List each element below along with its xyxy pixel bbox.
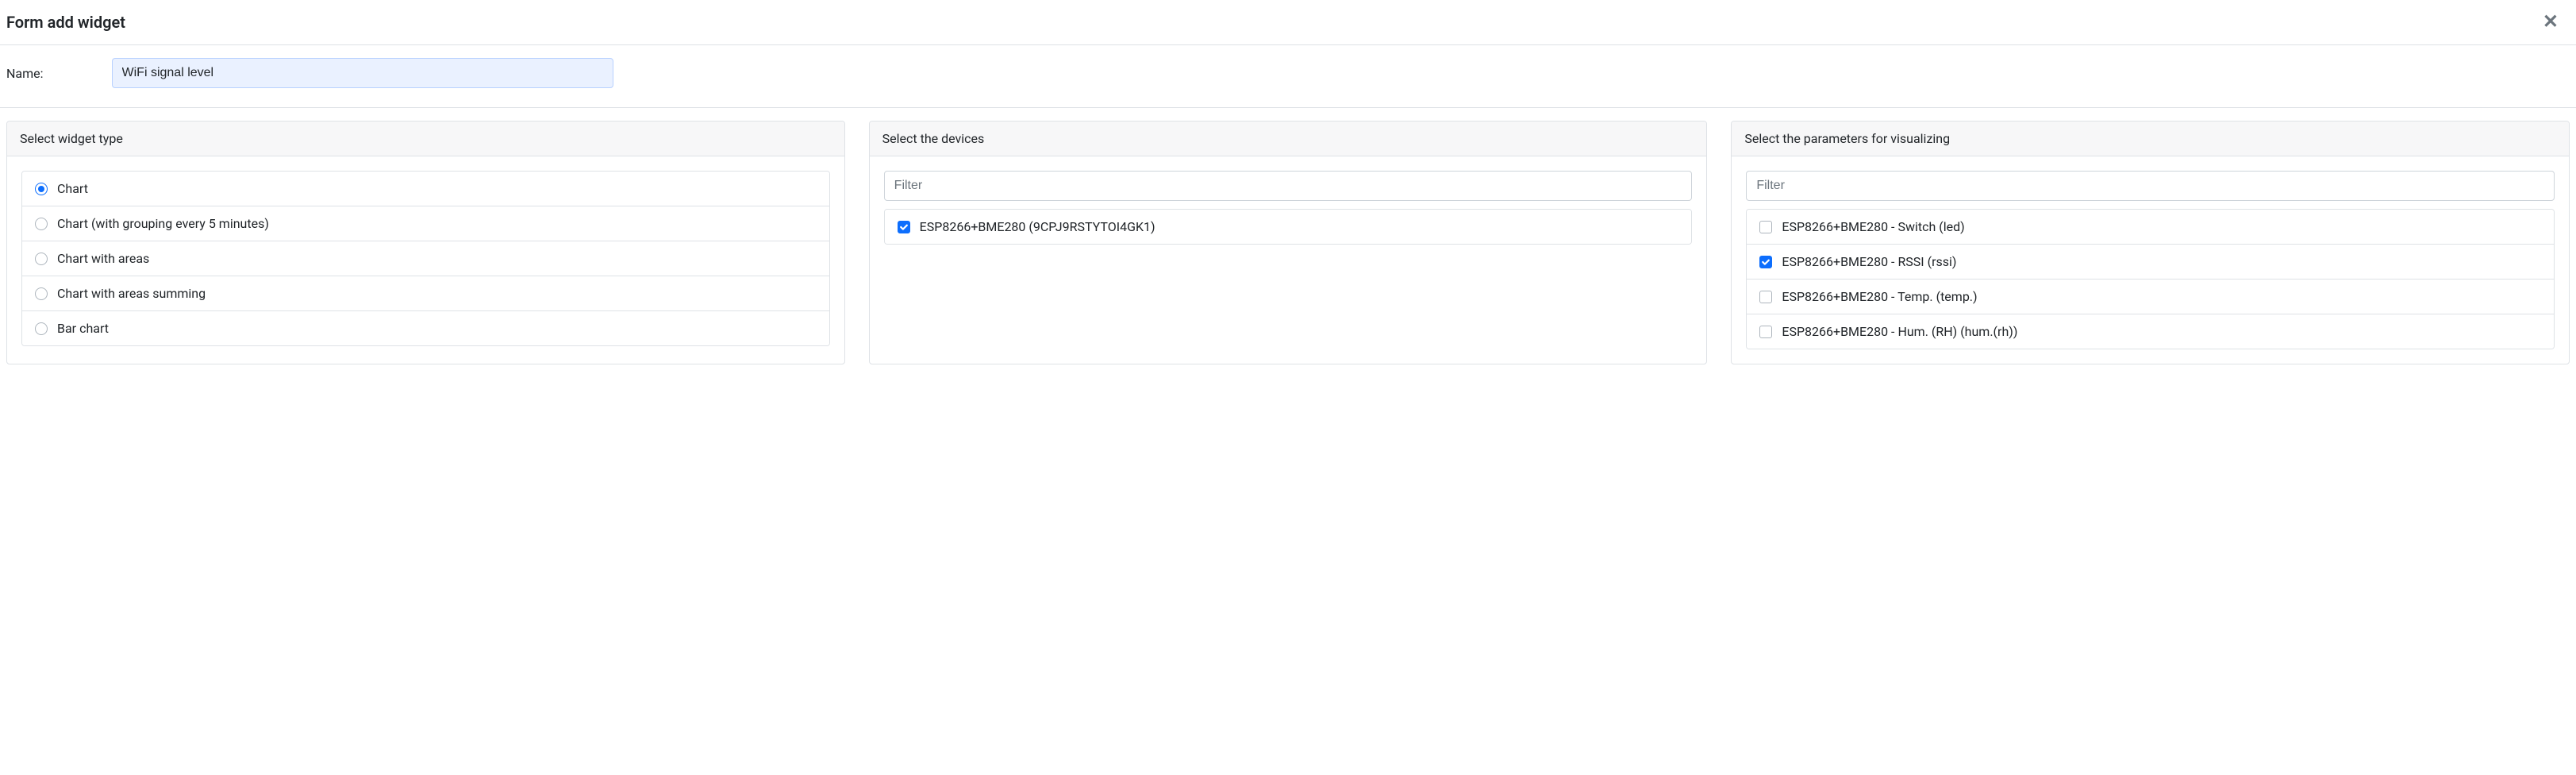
widget-type-option[interactable]: Bar chart [22, 311, 829, 345]
checkbox-icon [898, 221, 910, 233]
widget-type-label: Bar chart [57, 321, 109, 336]
widget-type-label: Chart with areas summing [57, 286, 206, 301]
modal-container: Form add widget ✕ Name: Select widget ty… [0, 0, 2576, 364]
checkbox-icon [1759, 291, 1772, 303]
widget-type-label: Chart (with grouping every 5 minutes) [57, 216, 269, 231]
parameters-filter-input[interactable] [1746, 171, 2555, 201]
devices-list: ESP8266+BME280 (9CPJ9RSTYTOI4GK1) [884, 209, 1693, 245]
widget-type-option[interactable]: Chart with areas [22, 241, 829, 276]
name-label: Name: [6, 66, 44, 81]
parameters-list: ESP8266+BME280 - Switch (led) ESP8266+BM… [1746, 209, 2555, 349]
devices-panel: Select the devices ESP8266+BME280 (9CPJ9… [869, 121, 1708, 364]
radio-icon [35, 183, 48, 195]
parameters-panel-body: ESP8266+BME280 - Switch (led) ESP8266+BM… [1732, 156, 2569, 364]
devices-panel-body: ESP8266+BME280 (9CPJ9RSTYTOI4GK1) [870, 156, 1707, 259]
parameter-option[interactable]: ESP8266+BME280 - Hum. (RH) (hum.(rh)) [1747, 314, 2554, 349]
widget-type-label: Chart with areas [57, 251, 149, 266]
parameter-label: ESP8266+BME280 - Temp. (temp.) [1782, 289, 1977, 304]
device-label: ESP8266+BME280 (9CPJ9RSTYTOI4GK1) [920, 219, 1155, 234]
modal-title: Form add widget [6, 13, 125, 32]
parameter-option[interactable]: ESP8266+BME280 - Temp. (temp.) [1747, 280, 2554, 314]
parameter-label: ESP8266+BME280 - RSSI (rssi) [1782, 254, 1956, 269]
name-row: Name: [0, 45, 2576, 108]
parameters-panel: Select the parameters for visualizing ES… [1731, 121, 2570, 364]
name-input[interactable] [112, 58, 613, 88]
parameter-option[interactable]: ESP8266+BME280 - Switch (led) [1747, 210, 2554, 245]
modal-header: Form add widget ✕ [0, 0, 2576, 45]
widget-type-panel-header: Select widget type [7, 121, 844, 156]
checkbox-icon [1759, 221, 1772, 233]
radio-icon [35, 218, 48, 230]
checkbox-icon [1759, 256, 1772, 268]
devices-panel-header: Select the devices [870, 121, 1707, 156]
widget-type-list: Chart Chart (with grouping every 5 minut… [21, 171, 830, 346]
close-icon: ✕ [2543, 11, 2559, 33]
widget-type-option[interactable]: Chart with areas summing [22, 276, 829, 311]
radio-icon [35, 322, 48, 335]
widget-type-panel-body: Chart Chart (with grouping every 5 minut… [7, 156, 844, 361]
checkbox-icon [1759, 326, 1772, 338]
widget-type-label: Chart [57, 181, 88, 196]
parameter-option[interactable]: ESP8266+BME280 - RSSI (rssi) [1747, 245, 2554, 280]
radio-icon [35, 253, 48, 265]
parameter-label: ESP8266+BME280 - Switch (led) [1782, 219, 1964, 234]
widget-type-option[interactable]: Chart (with grouping every 5 minutes) [22, 206, 829, 241]
panels-row: Select widget type Chart Chart (with gro… [0, 108, 2576, 364]
device-option[interactable]: ESP8266+BME280 (9CPJ9RSTYTOI4GK1) [885, 210, 1692, 244]
parameter-label: ESP8266+BME280 - Hum. (RH) (hum.(rh)) [1782, 324, 2017, 339]
close-button[interactable]: ✕ [2538, 13, 2563, 32]
parameters-panel-header: Select the parameters for visualizing [1732, 121, 2569, 156]
widget-type-panel: Select widget type Chart Chart (with gro… [6, 121, 845, 364]
radio-icon [35, 287, 48, 300]
devices-filter-input[interactable] [884, 171, 1693, 201]
widget-type-option[interactable]: Chart [22, 172, 829, 206]
